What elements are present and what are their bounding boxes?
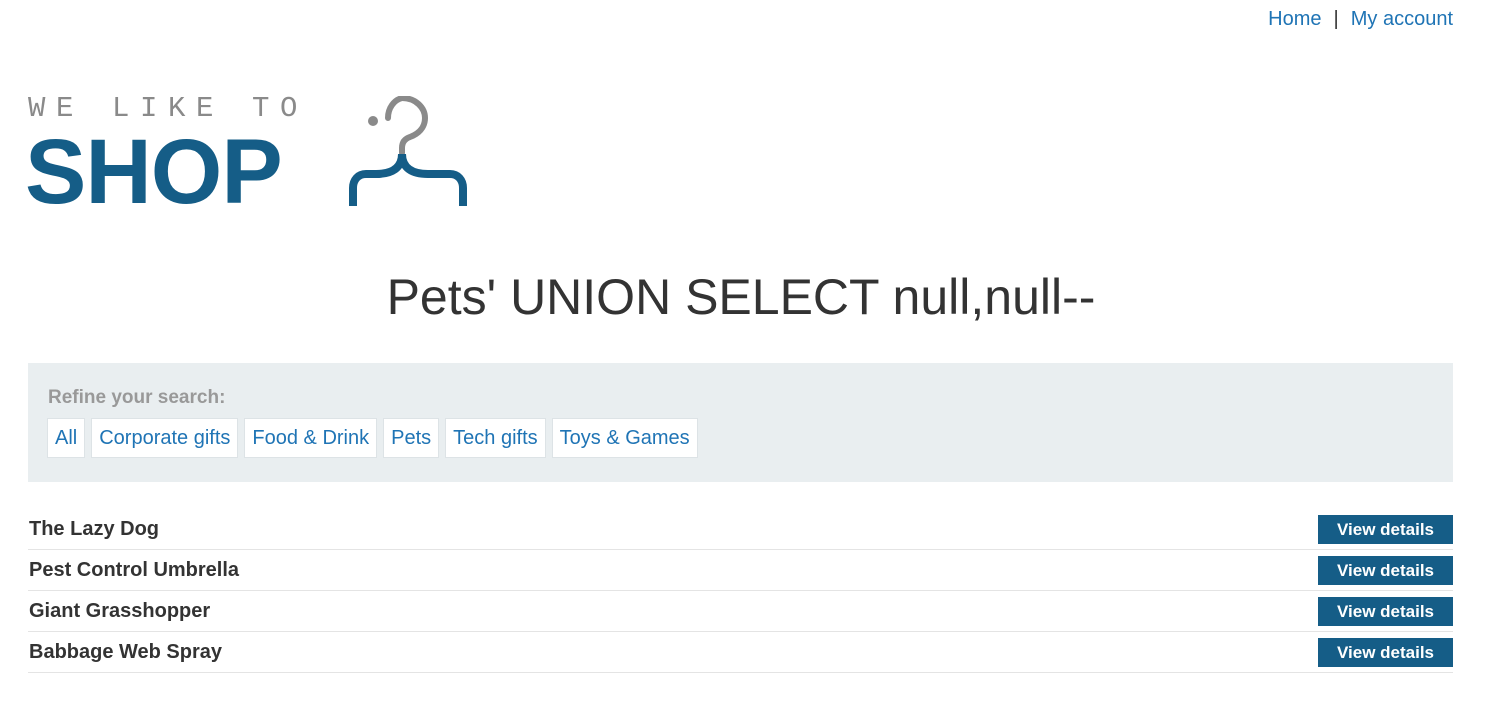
home-link[interactable]: Home	[1268, 6, 1321, 32]
filter-pets[interactable]: Pets	[383, 418, 440, 458]
filter-links: All Corporate gifts Food & Drink Pets Te…	[47, 418, 704, 458]
filter-panel: Refine your search: All Corporate gifts …	[28, 363, 1453, 482]
my-account-link[interactable]: My account	[1351, 6, 1453, 32]
filter-toys-games[interactable]: Toys & Games	[551, 418, 698, 458]
product-name: Pest Control Umbrella	[29, 559, 240, 581]
nav-separator: |	[1333, 8, 1339, 30]
view-details-button[interactable]: View details	[1318, 515, 1453, 544]
product-row: Pest Control Umbrella View details	[28, 550, 1453, 591]
logo[interactable]: WE LIKE TO SHOP	[25, 90, 468, 222]
filter-label: Refine your search:	[48, 387, 226, 408]
product-row: The Lazy Dog View details	[28, 509, 1453, 550]
view-details-button[interactable]: View details	[1318, 556, 1453, 585]
page-title: Pets' UNION SELECT null,null--	[386, 269, 1096, 325]
filter-tech-gifts[interactable]: Tech gifts	[445, 418, 546, 458]
page: Home | My account WE LIKE TO SHOP Pets' …	[0, 0, 1512, 709]
product-row: Babbage Web Spray View details	[28, 632, 1453, 673]
logo-wordmark: SHOP	[25, 121, 283, 223]
filter-corporate-gifts[interactable]: Corporate gifts	[91, 418, 239, 458]
product-name: Babbage Web Spray	[29, 641, 223, 663]
hanger-icon	[349, 96, 467, 206]
filter-all[interactable]: All	[47, 418, 86, 458]
product-name: Giant Grasshopper	[29, 600, 211, 622]
filter-food-drink[interactable]: Food & Drink	[244, 418, 378, 458]
product-name: The Lazy Dog	[29, 518, 160, 540]
view-details-button[interactable]: View details	[1318, 638, 1453, 667]
view-details-button[interactable]: View details	[1318, 597, 1453, 626]
product-list: The Lazy Dog View details Pest Control U…	[28, 509, 1453, 673]
product-row: Giant Grasshopper View details	[28, 591, 1453, 632]
top-nav: Home | My account	[1268, 6, 1453, 32]
